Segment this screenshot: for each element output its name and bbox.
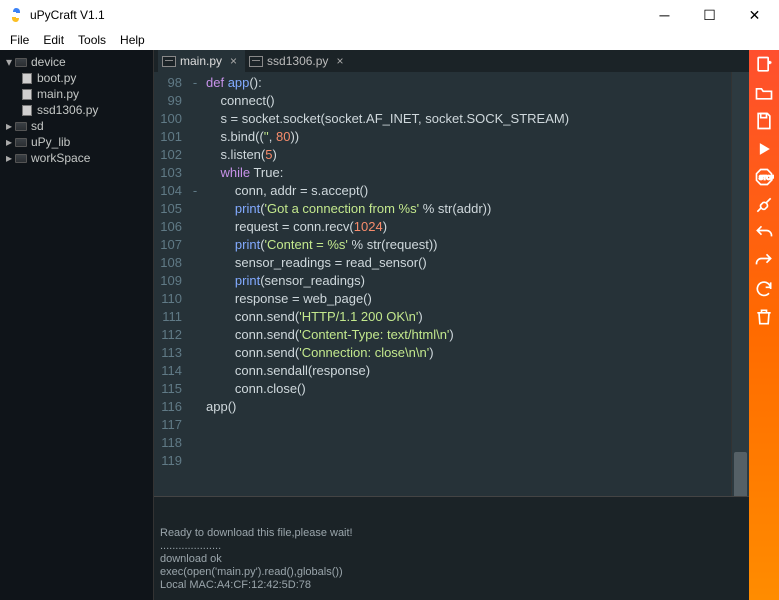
menubar: File Edit Tools Help <box>0 30 779 50</box>
tab-ssd1306-py[interactable]: ssd1306.py × <box>245 50 351 72</box>
redo-button[interactable] <box>753 250 775 272</box>
tabbar: main.py × ssd1306.py × <box>154 50 749 72</box>
tree-label: boot.py <box>37 71 76 85</box>
tab-label: ssd1306.py <box>267 54 328 68</box>
tree-node-device[interactable]: ▾ device <box>2 54 151 70</box>
undo-button[interactable] <box>753 222 775 244</box>
code-editor[interactable]: 98 99 100 101 102 103 104 105 106 107 10… <box>154 72 749 496</box>
menu-edit[interactable]: Edit <box>37 31 70 49</box>
tab-main-py[interactable]: main.py × <box>158 50 245 72</box>
tree-file-boot[interactable]: boot.py <box>2 70 151 86</box>
file-icon <box>162 56 176 67</box>
tree-node-upylib[interactable]: ▸ uPy_lib <box>2 134 151 150</box>
titlebar: uPyCraft V1.1 ─ ☐ ✕ <box>0 0 779 30</box>
tree-node-sd[interactable]: ▸ sd <box>2 118 151 134</box>
tree-label: uPy_lib <box>31 135 70 149</box>
svg-text:STOP: STOP <box>759 176 774 182</box>
tree-label: main.py <box>37 87 79 101</box>
tree-label: ssd1306.py <box>37 103 98 117</box>
clear-button[interactable] <box>753 306 775 328</box>
tab-close-icon[interactable]: × <box>332 54 347 68</box>
sync-button[interactable] <box>753 278 775 300</box>
file-tree: ▾ device boot.py main.py ssd1306.py ▸ sd… <box>0 50 154 600</box>
tab-close-icon[interactable]: × <box>226 54 241 68</box>
stop-button[interactable]: STOP <box>753 166 775 188</box>
vertical-scrollbar[interactable] <box>731 72 749 496</box>
line-gutter: 98 99 100 101 102 103 104 105 106 107 10… <box>154 72 188 496</box>
console-output: Ready to download this file,please wait!… <box>160 527 743 592</box>
close-button[interactable]: ✕ <box>732 0 777 30</box>
connect-button[interactable] <box>753 194 775 216</box>
scroll-thumb[interactable] <box>734 452 747 496</box>
run-button[interactable] <box>753 138 775 160</box>
save-button[interactable] <box>753 110 775 132</box>
tree-node-workspace[interactable]: ▸ workSpace <box>2 150 151 166</box>
open-button[interactable] <box>753 82 775 104</box>
tree-file-ssd1306[interactable]: ssd1306.py <box>2 102 151 118</box>
tree-label: workSpace <box>31 151 90 165</box>
menu-file[interactable]: File <box>4 31 35 49</box>
app-logo-icon <box>8 7 24 23</box>
window-title: uPyCraft V1.1 <box>30 8 642 22</box>
window-controls: ─ ☐ ✕ <box>642 0 777 30</box>
tree-file-main[interactable]: main.py <box>2 86 151 102</box>
maximize-button[interactable]: ☐ <box>687 0 732 30</box>
file-icon <box>249 56 263 67</box>
editor-area: main.py × ssd1306.py × 98 99 100 101 102… <box>154 50 749 600</box>
menu-tools[interactable]: Tools <box>72 31 112 49</box>
fold-column: - - <box>188 72 202 496</box>
tab-label: main.py <box>180 54 222 68</box>
toolbar: STOP <box>749 50 779 600</box>
menu-help[interactable]: Help <box>114 31 151 49</box>
tree-label: sd <box>31 119 44 133</box>
minimize-button[interactable]: ─ <box>642 0 687 30</box>
new-file-button[interactable] <box>753 54 775 76</box>
code-body[interactable]: def app(): connect() s = socket.socket(s… <box>202 72 731 496</box>
tree-label: device <box>31 55 66 69</box>
repl-console[interactable]: Ready to download this file,please wait!… <box>154 496 749 600</box>
